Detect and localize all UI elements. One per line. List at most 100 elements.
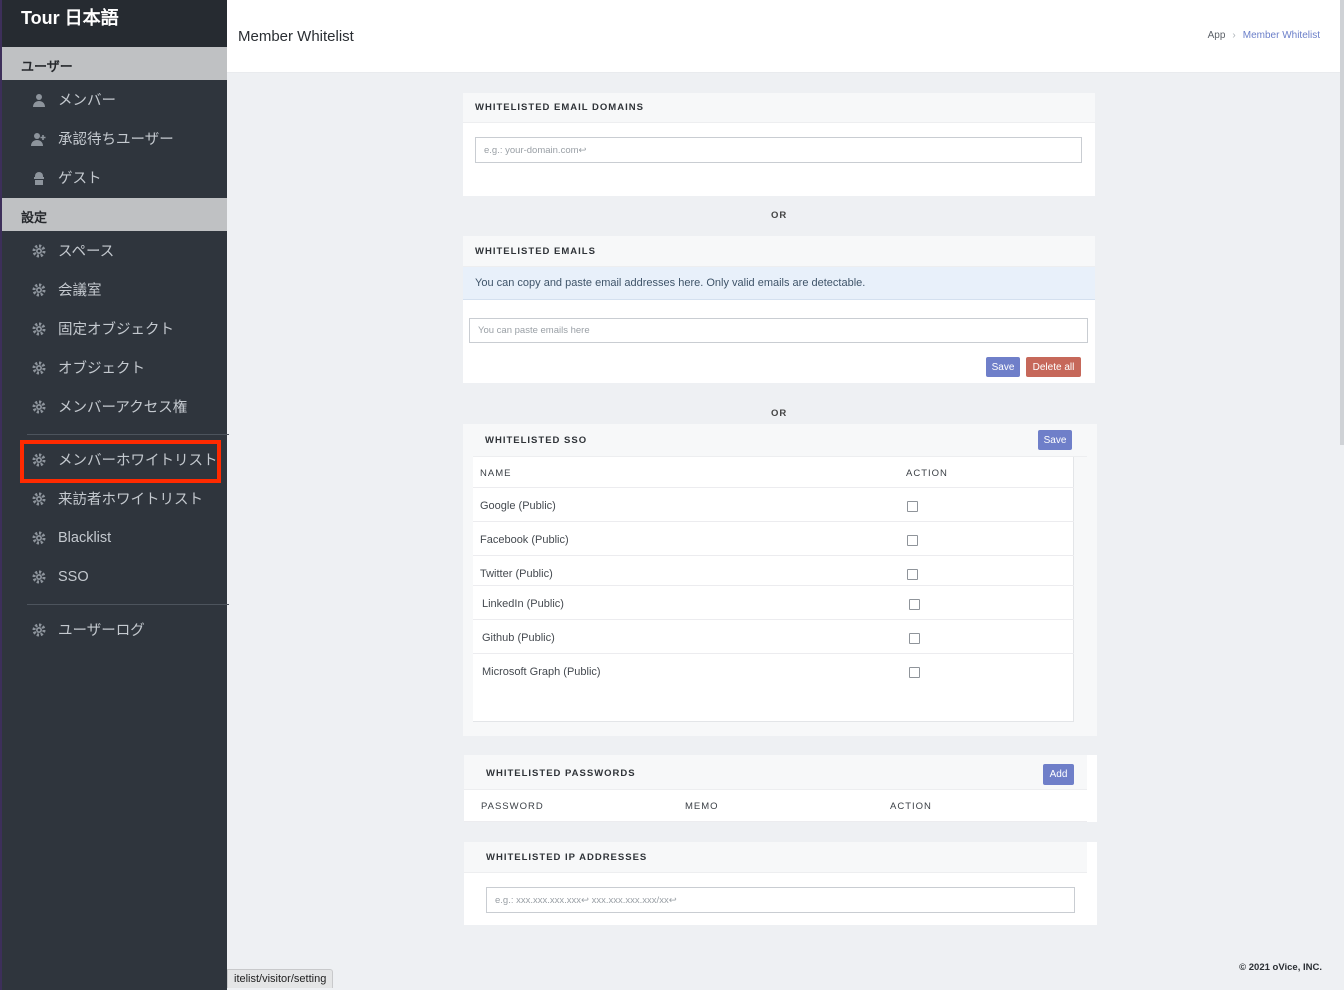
card-title: WHITELISTED EMAILS — [463, 236, 1095, 267]
user-plus-icon — [31, 131, 47, 147]
gear-icon — [31, 282, 47, 298]
sidebar-item-label: ゲスト — [58, 171, 102, 187]
sidebar-item-label: 固定オブジェクト — [58, 322, 174, 338]
sidebar-item-fixed-objects[interactable]: 固定オブジェクト — [2, 309, 227, 348]
column-header-memo: MEMO — [685, 801, 719, 812]
sidebar-divider — [27, 604, 229, 605]
column-header-action: ACTION — [890, 801, 932, 812]
sidebar-item-label: メンバー — [58, 93, 116, 109]
user-icon — [31, 92, 47, 108]
ip-addresses-card: WHITELISTED IP ADDRESSES e.g.: xxx.xxx.x… — [464, 842, 1097, 925]
sso-checkbox[interactable] — [909, 667, 920, 678]
email-domains-input[interactable]: e.g.: your-domain.com↩ — [475, 137, 1082, 163]
row-divider — [473, 653, 1074, 654]
sidebar-item-blacklist[interactable]: Blacklist — [2, 518, 227, 557]
emails-card: WHITELISTED EMAILS You can copy and past… — [463, 236, 1095, 383]
breadcrumb: App › Member Whitelist — [1208, 30, 1320, 41]
row-divider — [473, 555, 1074, 556]
emails-info-banner: You can copy and paste email addresses h… — [463, 267, 1095, 300]
card-title: WHITELISTED PASSWORDS — [486, 768, 636, 779]
sidebar-item-label: オブジェクト — [58, 361, 145, 377]
scrollbar[interactable] — [1340, 0, 1344, 445]
breadcrumb-root[interactable]: App — [1208, 30, 1226, 41]
sidebar-item-label: 会議室 — [58, 283, 102, 299]
sidebar-item-objects[interactable]: オブジェクト — [2, 348, 227, 387]
column-header-name: NAME — [480, 468, 512, 479]
sidebar-item-label: メンバーアクセス権 — [58, 400, 188, 416]
sidebar-item-sso[interactable]: SSO — [2, 557, 227, 596]
sso-provider-name: Facebook (Public) — [480, 534, 569, 546]
sso-checkbox[interactable] — [907, 535, 918, 546]
gear-icon — [31, 399, 47, 415]
breadcrumb-current: Member Whitelist — [1242, 30, 1320, 41]
chevron-right-icon: › — [1232, 30, 1236, 41]
sidebar-item-member-access[interactable]: メンバーアクセス権 — [2, 387, 227, 426]
gear-icon — [31, 243, 47, 259]
column-header-password: PASSWORD — [481, 801, 544, 812]
row-divider — [464, 821, 1087, 822]
emails-textarea[interactable]: You can paste emails here — [469, 318, 1088, 343]
sso-checkbox[interactable] — [907, 569, 918, 580]
save-emails-button[interactable]: Save — [986, 357, 1020, 377]
sidebar: Tour 日本語 ユーザー メンバー 承認待ちユーザー ゲスト 設定 スペース … — [0, 0, 229, 990]
delete-all-button[interactable]: Delete all — [1026, 357, 1081, 377]
or-divider-label: OR — [771, 408, 788, 419]
gear-icon — [31, 360, 47, 376]
guest-icon — [31, 170, 47, 186]
sso-table: NAME ACTION Google (Public) Facebook (Pu… — [473, 457, 1074, 722]
save-sso-button[interactable]: Save — [1038, 430, 1072, 450]
status-bar-url: itelist/visitor/setting — [227, 969, 334, 988]
card-title: WHITELISTED IP ADDRESSES — [486, 852, 648, 863]
sidebar-item-label: Blacklist — [58, 529, 112, 546]
sidebar-item-members[interactable]: メンバー — [2, 80, 227, 119]
sidebar-item-label: 来訪者ホワイトリスト — [58, 492, 203, 508]
sso-provider-name: Github (Public) — [482, 632, 555, 644]
gear-icon — [31, 530, 47, 546]
gear-icon — [31, 491, 47, 507]
sso-checkbox[interactable] — [907, 501, 918, 512]
sidebar-item-meeting-room[interactable]: 会議室 — [2, 270, 227, 309]
brand-title[interactable]: Tour 日本語 — [2, 0, 227, 47]
sidebar-item-label: ユーザーログ — [58, 623, 145, 639]
card-title: WHITELISTED SSO — [485, 435, 588, 446]
row-divider — [473, 521, 1074, 522]
gear-icon — [31, 321, 47, 337]
section-header-settings: 設定 — [2, 198, 227, 231]
sso-checkbox[interactable] — [909, 633, 920, 644]
passwords-card-header: WHITELISTED PASSWORDS Add — [464, 755, 1087, 790]
passwords-card: WHITELISTED PASSWORDS Add PASSWORD MEMO … — [464, 755, 1097, 822]
row-divider — [473, 619, 1074, 620]
sso-checkbox[interactable] — [909, 599, 920, 610]
sidebar-divider — [27, 434, 229, 435]
sidebar-item-pending-users[interactable]: 承認待ちユーザー — [2, 119, 227, 158]
card-title: WHITELISTED EMAIL DOMAINS — [463, 93, 1095, 123]
sso-provider-name: Google (Public) — [480, 500, 556, 512]
sidebar-item-label: SSO — [58, 568, 89, 585]
column-header-action: ACTION — [906, 468, 948, 479]
ip-addresses-input[interactable]: e.g.: xxx.xxx.xxx.xxx↩ xxx.xxx.xxx.xxx/x… — [486, 887, 1075, 913]
sidebar-item-guests[interactable]: ゲスト — [2, 158, 227, 197]
sso-provider-name: Microsoft Graph (Public) — [482, 666, 601, 678]
sidebar-item-user-log[interactable]: ユーザーログ — [2, 610, 227, 649]
gear-icon — [31, 622, 47, 638]
gear-icon — [31, 569, 47, 585]
row-divider — [473, 487, 1074, 488]
page-header: Member Whitelist App › Member Whitelist — [227, 0, 1344, 73]
row-divider — [473, 585, 1074, 586]
sso-card: WHITELISTED SSO Save NAME ACTION Google … — [463, 424, 1097, 736]
sso-provider-name: LinkedIn (Public) — [482, 598, 564, 610]
card-title-bar: WHITELISTED IP ADDRESSES — [464, 842, 1087, 873]
email-domains-card: WHITELISTED EMAIL DOMAINS e.g.: your-dom… — [463, 93, 1095, 196]
sidebar-item-label: スペース — [58, 244, 115, 260]
page-title: Member Whitelist — [238, 28, 354, 45]
sidebar-item-space[interactable]: スペース — [2, 231, 227, 270]
or-divider-label: OR — [771, 210, 788, 221]
add-password-button[interactable]: Add — [1043, 764, 1074, 785]
section-header-users: ユーザー — [2, 47, 227, 80]
highlight-box — [20, 440, 221, 483]
copyright: © 2021 oVice, INC. — [1239, 962, 1322, 973]
sidebar-item-visitor-whitelist[interactable]: 来訪者ホワイトリスト — [2, 479, 227, 518]
sso-card-header: WHITELISTED SSO Save — [473, 424, 1087, 457]
sidebar-item-label: 承認待ちユーザー — [58, 132, 174, 148]
sso-provider-name: Twitter (Public) — [480, 568, 553, 580]
